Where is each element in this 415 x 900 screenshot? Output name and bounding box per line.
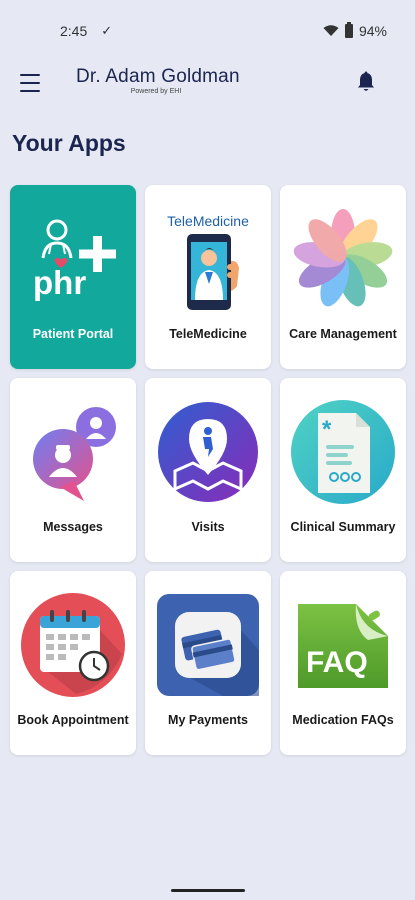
wifi-icon: [323, 25, 339, 36]
menu-icon[interactable]: [20, 74, 40, 92]
app-tile-messages[interactable]: Messages: [10, 378, 136, 562]
app-label: Messages: [43, 520, 103, 534]
my-payments-icon: [157, 594, 259, 696]
app-label: Patient Portal: [32, 327, 114, 341]
app-tile-visits[interactable]: Visits: [145, 378, 271, 562]
checkmark-icon: ✓: [101, 23, 113, 38]
app-label: Care Management: [289, 327, 397, 341]
app-tile-telemedicine[interactable]: TeleMedicine TeleMedicine: [145, 185, 271, 369]
notification-bell-icon[interactable]: [356, 71, 376, 93]
home-indicator[interactable]: [171, 889, 245, 892]
app-tile-my-payments[interactable]: My Payments: [145, 571, 271, 755]
clinical-summary-icon: *: [291, 400, 395, 504]
telemedicine-icon: TeleMedicine: [167, 213, 249, 310]
app-label: Visits: [191, 520, 225, 534]
faq-logo-text: FAQ: [306, 646, 368, 679]
status-bar: 2:45 ✓ 94%: [0, 0, 415, 62]
app-label: My Payments: [168, 713, 248, 727]
app-tile-book-appointment[interactable]: Book Appointment: [10, 571, 136, 755]
messages-icon: [33, 407, 116, 501]
status-time: 2:45: [60, 23, 88, 39]
care-management-icon: [293, 209, 393, 307]
app-label: Medication FAQs: [292, 713, 394, 727]
app-label: TeleMedicine: [169, 327, 247, 341]
apps-grid: phr Patient Portal TeleMedicine TeleMedi…: [10, 185, 406, 755]
app-bar: Dr. Adam Goldman Powered by EHI: [0, 62, 415, 106]
app-subtitle: Powered by EHI: [130, 88, 182, 95]
visits-icon: [158, 402, 258, 502]
medication-faqs-icon: FAQ: [298, 604, 388, 688]
app-tile-patient-portal[interactable]: phr Patient Portal: [10, 185, 136, 369]
telemedicine-logo-text: TeleMedicine: [167, 213, 249, 229]
book-appointment-icon: [21, 593, 125, 697]
battery-level: 94%: [358, 23, 387, 39]
section-title: Your Apps: [12, 130, 126, 156]
app-tile-care-management[interactable]: Care Management: [280, 185, 406, 369]
app-tile-clinical-summary[interactable]: * Clinical Summary: [280, 378, 406, 562]
svg-text:*: *: [322, 416, 332, 443]
phr-logo-text: phr: [33, 264, 86, 301]
app-label: Book Appointment: [17, 713, 129, 727]
app-tile-medication-faqs[interactable]: FAQ Medication FAQs: [280, 571, 406, 755]
app-title-block: Dr. Adam Goldman Powered by EHI: [76, 66, 240, 95]
battery-icon: [344, 22, 353, 38]
app-title: Dr. Adam Goldman: [76, 66, 240, 87]
app-label: Clinical Summary: [290, 520, 396, 534]
phr-icon: phr: [33, 219, 116, 301]
